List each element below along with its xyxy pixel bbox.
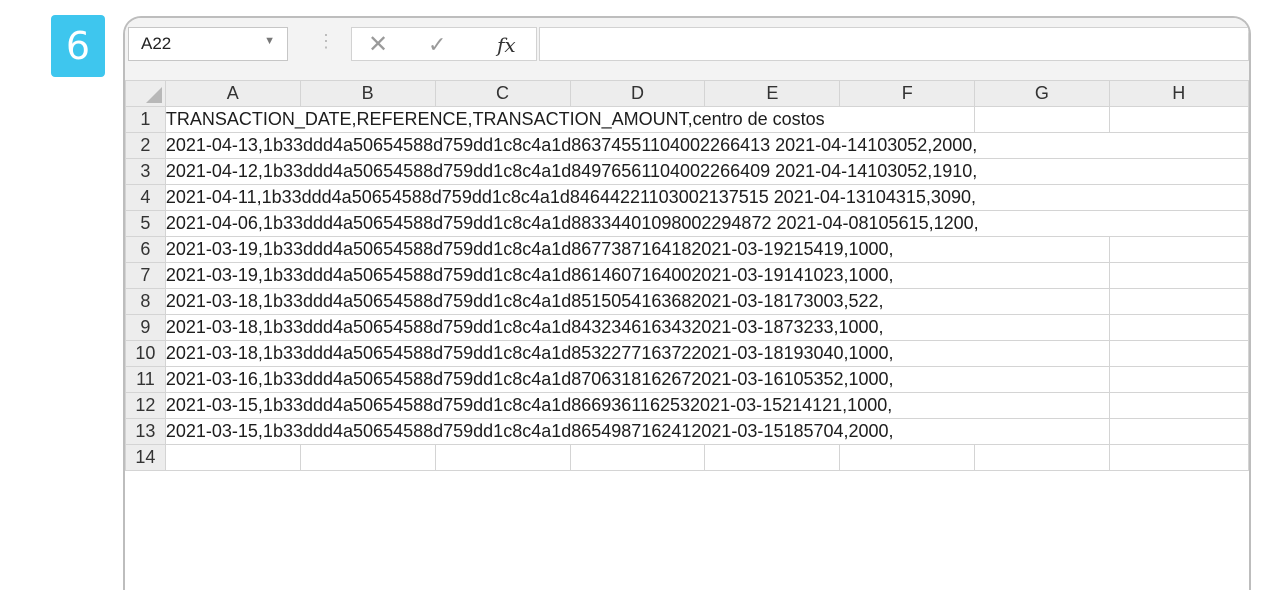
cell-a8[interactable]: 2021-03-18,1b33ddd4a50654588d759dd1c8c4a…: [164, 288, 1110, 315]
row-header[interactable]: 12: [125, 392, 166, 419]
cell-a5[interactable]: 2021-04-06,1b33ddd4a50654588d759dd1c8c4a…: [164, 210, 1249, 237]
table-row: 2 2021-04-13,1b33ddd4a50654588d759dd1c8c4…: [125, 132, 1249, 159]
cell[interactable]: [839, 444, 976, 471]
row-header[interactable]: 4: [125, 184, 166, 211]
column-header-f[interactable]: F: [839, 80, 976, 107]
cell[interactable]: [974, 106, 1110, 133]
cell[interactable]: [1108, 444, 1249, 471]
cell[interactable]: [1108, 392, 1249, 419]
cell-a14[interactable]: [164, 444, 301, 471]
cell[interactable]: [704, 444, 841, 471]
cell[interactable]: [1108, 236, 1249, 263]
cell[interactable]: [1108, 340, 1249, 367]
table-row: 6 2021-03-19,1b33ddd4a50654588d759dd1c8c4…: [125, 236, 1249, 263]
insert-function-icon[interactable]: fx: [497, 33, 516, 57]
table-row: 9 2021-03-18,1b33ddd4a50654588d759dd1c8c4…: [125, 314, 1249, 341]
cancel-icon[interactable]: ✕: [368, 30, 388, 59]
select-all-corner[interactable]: [125, 80, 166, 107]
name-box[interactable]: A22 ▼: [128, 27, 288, 61]
cell[interactable]: [974, 444, 1110, 471]
row-header[interactable]: 7: [125, 262, 166, 289]
row-header[interactable]: 1: [125, 106, 166, 133]
table-row: 1 TRANSACTION_DATE,REFERENCE,TRANSACTION_…: [125, 106, 1249, 133]
column-header-b[interactable]: B: [299, 80, 436, 107]
table-row: 14: [125, 444, 1249, 471]
table-row: 8 2021-03-18,1b33ddd4a50654588d759dd1c8c4…: [125, 288, 1249, 315]
cell-a6[interactable]: 2021-03-19,1b33ddd4a50654588d759dd1c8c4a…: [164, 236, 1110, 263]
cell[interactable]: [569, 444, 706, 471]
cell[interactable]: [1108, 366, 1249, 393]
column-header-e[interactable]: E: [704, 80, 841, 107]
select-all-icon: [145, 87, 162, 103]
cell[interactable]: [1108, 262, 1249, 289]
table-row: 10 2021-03-18,1b33ddd4a50654588d759dd1c8c…: [125, 340, 1249, 367]
table-row: 11 2021-03-16,1b33ddd4a50654588d759dd1c8c…: [125, 366, 1249, 393]
row-header[interactable]: 2: [125, 132, 166, 159]
spreadsheet-window: A22 ▼ ⋮ ✕ ✓ fx A B C D E F G H 1 TRANSAC…: [123, 16, 1251, 590]
cell-a13[interactable]: 2021-03-15,1b33ddd4a50654588d759dd1c8c4a…: [164, 418, 1110, 445]
cell-a7[interactable]: 2021-03-19,1b33ddd4a50654588d759dd1c8c4a…: [164, 262, 1110, 289]
column-header-d[interactable]: D: [569, 80, 706, 107]
table-row: 13 2021-03-15,1b33ddd4a50654588d759dd1c8c…: [125, 418, 1249, 445]
vertical-dots-icon: ⋮: [317, 31, 335, 51]
cell-a2[interactable]: 2021-04-13,1b33ddd4a50654588d759dd1c8c4a…: [164, 132, 1249, 159]
cell[interactable]: [1108, 418, 1249, 445]
row-header[interactable]: 9: [125, 314, 166, 341]
name-box-value: A22: [141, 34, 172, 53]
column-header-g[interactable]: G: [974, 80, 1110, 107]
row-header[interactable]: 8: [125, 288, 166, 315]
cell-a1[interactable]: TRANSACTION_DATE,REFERENCE,TRANSACTION_A…: [164, 106, 976, 133]
cell[interactable]: [1108, 106, 1249, 133]
check-icon[interactable]: ✓: [428, 32, 446, 58]
row-header[interactable]: 13: [125, 418, 166, 445]
column-header-h[interactable]: H: [1108, 80, 1249, 107]
cell-a4[interactable]: 2021-04-11,1b33ddd4a50654588d759dd1c8c4a…: [164, 184, 1249, 211]
table-row: 5 2021-04-06,1b33ddd4a50654588d759dd1c8c4…: [125, 210, 1249, 237]
table-row: 7 2021-03-19,1b33ddd4a50654588d759dd1c8c4…: [125, 262, 1249, 289]
cell-a3[interactable]: 2021-04-12,1b33ddd4a50654588d759dd1c8c4a…: [164, 158, 1249, 185]
column-header-c[interactable]: C: [434, 80, 571, 107]
cell[interactable]: [299, 444, 436, 471]
cell-a9[interactable]: 2021-03-18,1b33ddd4a50654588d759dd1c8c4a…: [164, 314, 1110, 341]
row-header[interactable]: 14: [125, 444, 166, 471]
row-header[interactable]: 5: [125, 210, 166, 237]
cell-a12[interactable]: 2021-03-15,1b33ddd4a50654588d759dd1c8c4a…: [164, 392, 1110, 419]
cell-a10[interactable]: 2021-03-18,1b33ddd4a50654588d759dd1c8c4a…: [164, 340, 1110, 367]
table-row: 3 2021-04-12,1b33ddd4a50654588d759dd1c8c4…: [125, 158, 1249, 185]
formula-input[interactable]: [539, 27, 1249, 61]
column-header-a[interactable]: A: [164, 80, 301, 107]
table-row: 12 2021-03-15,1b33ddd4a50654588d759dd1c8c…: [125, 392, 1249, 419]
row-header[interactable]: 3: [125, 158, 166, 185]
formula-bar-buttons: ✕ ✓ fx: [351, 27, 537, 61]
step-number-badge: 6: [51, 15, 105, 77]
table-row: 4 2021-04-11,1b33ddd4a50654588d759dd1c8c4…: [125, 184, 1249, 211]
worksheet-grid: ABCDEFGH 1 TRANSACTION_DATE,REFERENCE,TRA…: [125, 80, 1249, 471]
row-header[interactable]: 11: [125, 366, 166, 393]
chevron-down-icon[interactable]: ▼: [264, 35, 275, 47]
cell[interactable]: [1108, 314, 1249, 341]
row-header[interactable]: 6: [125, 236, 166, 263]
formula-bar: A22 ▼ ⋮ ✕ ✓ fx: [125, 18, 1249, 80]
cell[interactable]: [1108, 288, 1249, 315]
cell[interactable]: [434, 444, 571, 471]
row-header[interactable]: 10: [125, 340, 166, 367]
cell-a11[interactable]: 2021-03-16,1b33ddd4a50654588d759dd1c8c4a…: [164, 366, 1110, 393]
